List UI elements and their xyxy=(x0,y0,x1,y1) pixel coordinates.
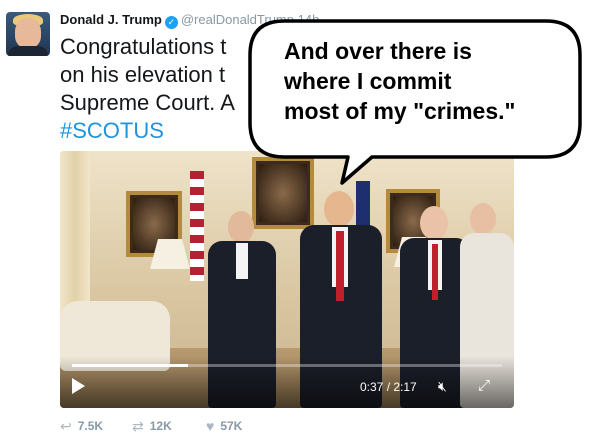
reply-button[interactable]: ↩ 7.5K xyxy=(60,417,103,435)
video-time: 0:37 / 2:17 xyxy=(360,380,417,394)
author-name[interactable]: Donald J. Trump xyxy=(60,12,162,27)
avatar-suit xyxy=(8,46,48,56)
speech-bubble-text: And over there is where I commit most of… xyxy=(284,36,584,126)
fullscreen-icon[interactable]: ⤢ xyxy=(478,378,496,394)
video-progress-fill xyxy=(72,364,189,367)
speech-line: where I commit xyxy=(284,68,452,94)
video-time-separator: / xyxy=(383,380,394,394)
retweet-count: 12K xyxy=(149,419,172,433)
avatar-face xyxy=(15,18,41,48)
retweet-button[interactable]: ⇄ 12K xyxy=(132,417,172,435)
avatar[interactable] xyxy=(6,12,50,56)
video-player[interactable]: 0:37 / 2:17 🔇︎ ⤢ xyxy=(60,151,514,408)
like-count: 57K xyxy=(220,419,243,433)
speech-line: And over there is xyxy=(284,38,472,64)
speech-line: most of my "crimes." xyxy=(284,98,516,124)
like-button[interactable]: ♥ 57K xyxy=(206,417,242,435)
mute-icon[interactable]: 🔇︎ xyxy=(438,378,458,394)
video-elapsed: 0:37 xyxy=(360,380,384,394)
us-flag xyxy=(190,171,204,281)
heart-icon: ♥ xyxy=(206,418,215,434)
play-icon[interactable] xyxy=(72,378,85,394)
video-duration: 2:17 xyxy=(393,380,417,394)
video-progress-bar[interactable] xyxy=(72,364,502,367)
verified-icon: ✓ xyxy=(164,16,178,29)
tweet-card: Donald J. Trump✓@realDonaldTrump 14h Con… xyxy=(0,0,616,448)
reply-icon: ↩ xyxy=(60,417,72,434)
speech-bubble: And over there is where I commit most of… xyxy=(244,15,586,185)
retweet-icon: ⇄ xyxy=(132,417,144,434)
reply-count: 7.5K xyxy=(77,419,104,433)
video-controls: 0:37 / 2:17 🔇︎ ⤢ xyxy=(60,356,514,408)
